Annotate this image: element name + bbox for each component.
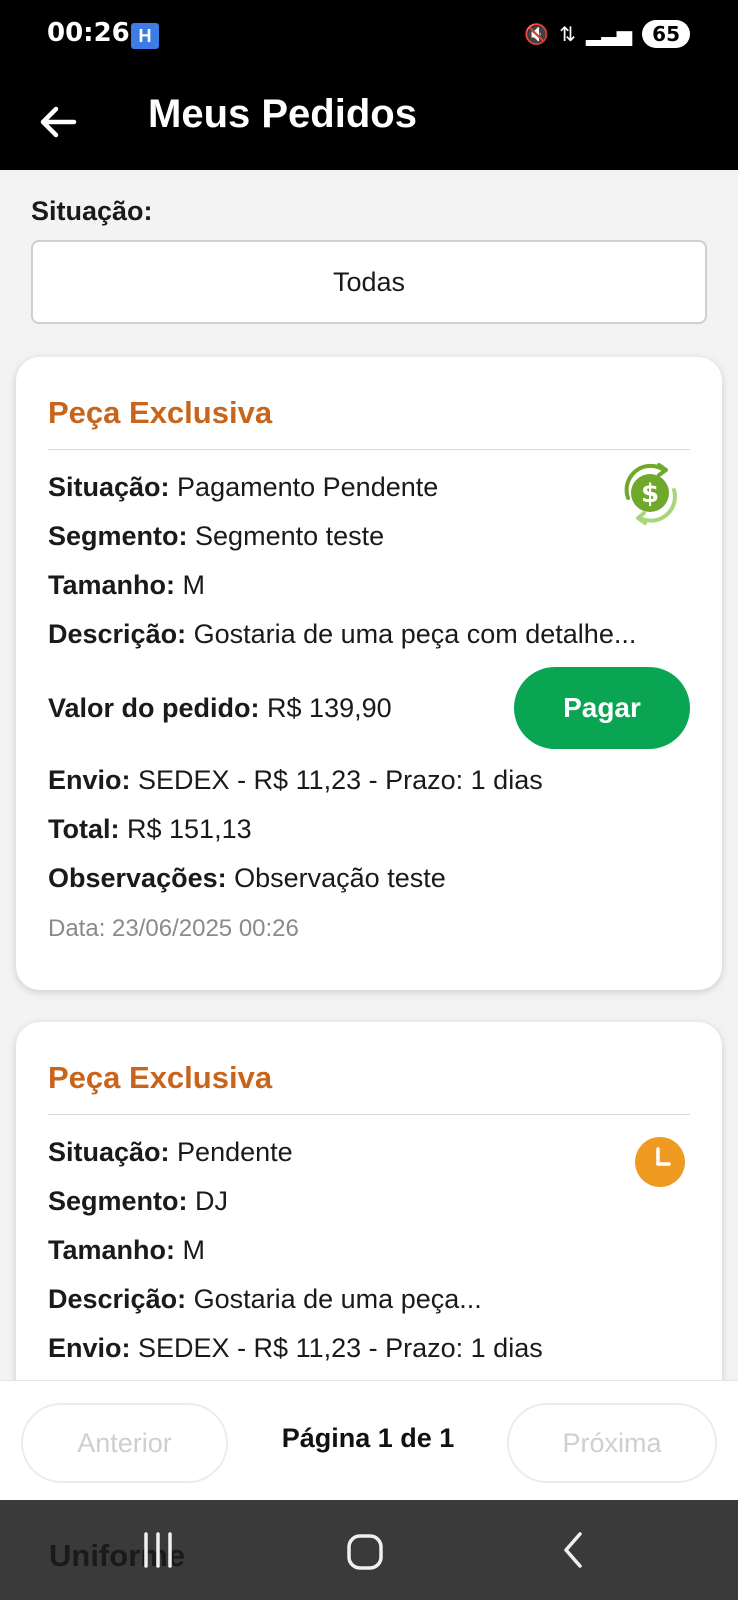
order-description-row: Descrição: Gostaria de uma peça com deta… [48, 619, 637, 649]
order-status-row: Situação: Pendente [48, 1137, 293, 1167]
order-shipping-row: Envio: SEDEX - R$ 11,23 - Prazo: 1 dias [48, 765, 543, 795]
order-notes-row: Observações: Observação teste [48, 863, 446, 893]
system-nav-bar: Uniforme [0, 1500, 738, 1600]
previous-page-button[interactable]: Anterior [21, 1403, 228, 1483]
clock-icon [635, 1137, 685, 1187]
system-back-icon[interactable] [556, 1530, 590, 1570]
order-title: Peça Exclusiva [48, 395, 273, 430]
order-card: Peça Exclusiva $ Situação: Pagamento Pen… [16, 357, 722, 990]
status-filter-value: Todas [332, 266, 406, 297]
order-card: Peça Exclusiva Situação: Pendente Segmen… [16, 1022, 722, 1422]
order-value: Valor do pedido: R$ 139,90 [48, 692, 392, 723]
order-total-row: Total: R$ 151,13 [48, 814, 252, 844]
home-icon[interactable] [345, 1532, 385, 1572]
order-segment-row: Segmento: DJ [48, 1186, 229, 1216]
order-shipping-row: Envio: SEDEX - R$ 11,23 - Prazo: 1 dias [48, 1333, 543, 1363]
page-title: Meus Pedidos [148, 92, 417, 136]
divider [48, 1114, 690, 1115]
signal-icon: ▂▃▅ [586, 22, 633, 46]
page-indicator: Página 1 de 1 [281, 1423, 455, 1453]
arrow-left-icon[interactable] [36, 100, 80, 144]
payment-pending-icon: $ [624, 463, 677, 525]
order-size-row: Tamanho: M [48, 570, 206, 600]
app-notification-icon: H [131, 23, 159, 49]
status-bar: 00:26 H 🔇 ⇅ ▂▃▅ 65 [0, 0, 738, 72]
order-date: Data: 23/06/2025 00:26 [48, 915, 299, 942]
mute-icon: 🔇 [524, 22, 550, 46]
battery-indicator: 65 [642, 20, 690, 48]
order-title: Peça Exclusiva [48, 1060, 273, 1095]
filter-label: Situação: [31, 196, 153, 226]
status-filter-select[interactable]: Todas [31, 240, 707, 324]
order-status-row: Situação: Pagamento Pendente [48, 472, 439, 502]
order-description-row: Descrição: Gostaria de uma peça... [48, 1284, 482, 1314]
pagination-bar: Anterior Página 1 de 1 Próxima [0, 1380, 738, 1500]
wifi-icon: ⇅ [559, 22, 576, 46]
pay-button[interactable]: Pagar [514, 667, 690, 749]
app-bar: Meus Pedidos [0, 72, 738, 170]
divider [48, 449, 690, 450]
svg-text:$: $ [641, 479, 659, 509]
recents-icon[interactable] [138, 1532, 178, 1568]
order-segment-row: Segmento: Segmento teste [48, 521, 385, 551]
status-indicators: 🔇 ⇅ ▂▃▅ 65 [524, 20, 690, 48]
status-time: 00:26 [47, 18, 130, 48]
order-value-row: Valor do pedido: R$ 139,90 Pagar [48, 664, 690, 752]
order-size-row: Tamanho: M [48, 1235, 206, 1265]
next-page-button[interactable]: Próxima [507, 1403, 717, 1483]
